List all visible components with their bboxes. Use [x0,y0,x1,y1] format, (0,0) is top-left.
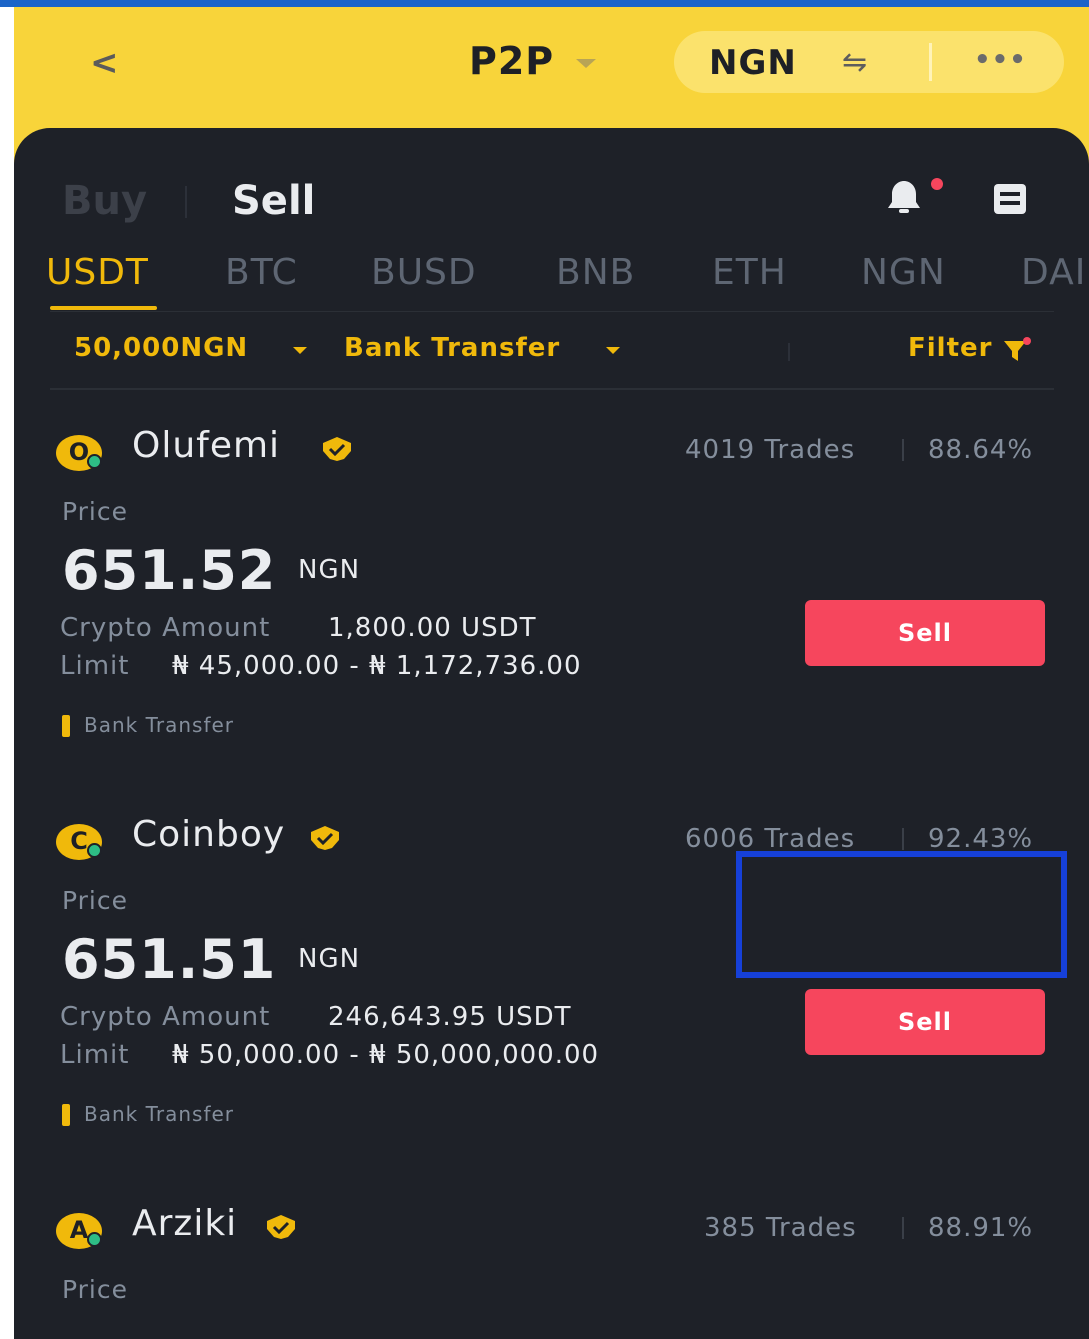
trade-count: 4019 Trades [685,435,856,465]
stats-divider [902,828,904,850]
tab-dai[interactable]: DAI [1021,252,1086,293]
merchant-name[interactable]: Arziki [132,1203,237,1244]
active-tab-indicator [50,306,157,310]
verified-badge-icon [311,826,339,850]
sell-button[interactable]: Sell [805,989,1045,1055]
limit-label: Limit [60,1040,130,1070]
chevron-down-icon [576,58,597,68]
trade-count: 6006 Trades [685,824,856,854]
highlight-box [736,851,1067,978]
tab-ngn[interactable]: NGN [861,252,946,293]
stats-divider [902,439,904,461]
crypto-amount-value: 1,800.00 USDT [328,613,537,643]
segment-divider [185,186,187,218]
coin-tabs: USDT BTC BUSD BNB ETH NGN DAI [46,252,1089,312]
chevron-down-icon[interactable] [606,347,620,354]
price-label: Price [62,886,128,915]
funnel-icon[interactable] [1002,337,1032,365]
main-panel: Buy Sell USDT BTC BUSD BNB ETH NGN DAI 5… [14,128,1089,1339]
sell-button[interactable]: Sell [805,600,1045,666]
tabs-divider [50,311,1054,312]
price-currency: NGN [298,555,361,585]
amount-filter[interactable]: 50,000NGN [74,333,248,363]
online-dot [87,454,102,469]
notification-dot [931,178,943,190]
price-label: Price [62,497,128,526]
currency-pill: NGN ⇋ ••• [674,31,1064,93]
price-label: Price [62,1275,128,1304]
payment-method-marker [62,715,70,737]
price-currency: NGN [298,944,361,974]
limit-label: Limit [60,651,130,681]
filter-divider-line [50,388,1054,390]
p2p-title-dropdown[interactable]: P2P [469,39,597,83]
tab-bnb[interactable]: BNB [556,252,635,293]
avatar: O [56,435,108,471]
fiat-currency-selector[interactable]: NGN [709,43,797,83]
filter-divider [788,343,790,361]
merchant-name[interactable]: Olufemi [132,425,280,466]
completion-rate: 92.43% [928,824,1034,854]
verified-badge-icon [323,437,351,461]
tab-buy[interactable]: Buy [62,178,147,224]
orders-list-icon[interactable] [992,182,1028,216]
online-dot [87,843,102,858]
stats-divider [902,1217,904,1239]
price-value: 651.52 [62,539,277,602]
bell-icon[interactable] [882,176,926,216]
online-dot [87,1232,102,1247]
merchant-name[interactable]: Coinboy [132,814,285,855]
limit-value: ₦ 45,000.00 - ₦ 1,172,736.00 [172,651,582,681]
ad-card: A Arziki 385 Trades 88.91% Price [14,1201,1089,1339]
filter-button[interactable]: Filter [908,333,992,363]
crypto-amount-label: Crypto Amount [60,613,271,643]
price-value: 651.51 [62,928,277,991]
limit-value: ₦ 50,000.00 - ₦ 50,000,000.00 [172,1040,600,1070]
pill-divider [929,43,932,81]
trade-count: 385 Trades [704,1213,857,1243]
tab-eth[interactable]: ETH [712,252,787,293]
tab-busd[interactable]: BUSD [371,252,477,293]
payment-method-marker [62,1104,70,1126]
payment-method: Bank Transfer [84,1102,235,1126]
chevron-down-icon[interactable] [293,347,307,354]
tab-sell[interactable]: Sell [232,178,315,224]
avatar: C [56,824,108,860]
tab-usdt[interactable]: USDT [46,252,149,293]
swap-arrows-icon[interactable]: ⇋ [842,45,867,80]
left-edge [0,7,14,1339]
more-dots-icon[interactable]: ••• [974,45,1027,75]
tab-btc[interactable]: BTC [225,252,298,293]
page-title: P2P [469,39,555,83]
verified-badge-icon [267,1215,295,1239]
filter-bar: 50,000NGN Bank Transfer Filter [14,333,1089,383]
payment-method: Bank Transfer [84,713,235,737]
crypto-amount-label: Crypto Amount [60,1002,271,1032]
chevron-left-icon[interactable]: < [90,43,119,83]
ad-card: O Olufemi 4019 Trades 88.64% Price 651.5… [14,423,1089,812]
payment-filter[interactable]: Bank Transfer [344,333,560,363]
completion-rate: 88.64% [928,435,1034,465]
crypto-amount-value: 246,643.95 USDT [328,1002,572,1032]
avatar: A [56,1213,108,1249]
top-border [0,0,1089,7]
completion-rate: 88.91% [928,1213,1034,1243]
